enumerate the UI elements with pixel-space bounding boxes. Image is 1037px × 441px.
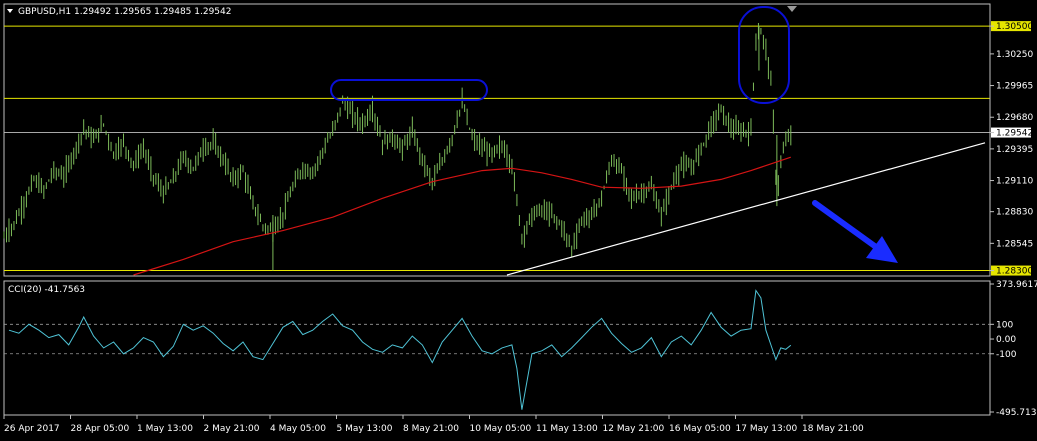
time-tick-label-0: 26 Apr 2017: [4, 424, 60, 434]
price-tick-label-7: 1.28830: [996, 208, 1033, 218]
chart-background: [0, 0, 1037, 441]
cci-tick-label-0: 373.9617: [996, 280, 1037, 290]
time-tick-label-4: 4 May 05:00: [270, 424, 326, 434]
time-tick-label-1: 28 Apr 05:00: [71, 424, 130, 434]
time-tick-label-8: 11 May 13:00: [536, 424, 598, 434]
cci-tick-label-3: -100: [996, 350, 1017, 360]
price-tick-label-2: 1.29965: [996, 82, 1033, 92]
price-tick-label-0: 1.30500: [996, 22, 1033, 32]
time-tick-label-10: 16 May 05:00: [669, 424, 731, 434]
time-tick-label-6: 8 May 21:00: [403, 424, 459, 434]
time-tick-label-9: 12 May 21:00: [603, 424, 665, 434]
cci-tick-label-4: -495.7138: [996, 408, 1037, 418]
price-tick-label-6: 1.29110: [996, 177, 1033, 187]
price-tick-label-1: 1.30250: [996, 50, 1033, 60]
price-tick-label-8: 1.28545: [996, 239, 1033, 249]
time-tick-label-3: 2 May 21:00: [204, 424, 260, 434]
time-tick-label-5: 5 May 13:00: [337, 424, 393, 434]
time-tick-label-7: 10 May 05:00: [470, 424, 532, 434]
time-tick-label-2: 1 May 13:00: [137, 424, 193, 434]
cci-tick-label-1: 100: [996, 320, 1013, 330]
main-header-text: GBPUSD,H1 1.29492 1.29565 1.29485 1.2954…: [18, 7, 231, 17]
time-tick-label-12: 18 May 21:00: [802, 424, 864, 434]
price-tick-label-4: 1.29542: [996, 129, 1033, 139]
price-tick-label-3: 1.29680: [996, 113, 1033, 123]
price-tick-label-5: 1.29395: [996, 145, 1033, 155]
price-tick-label-9: 1.28300: [996, 267, 1033, 277]
cci-tick-label-2: 0.00: [996, 335, 1016, 345]
chart-root: GBPUSD,H1 1.29492 1.29565 1.29485 1.2954…: [0, 0, 1037, 441]
time-tick-label-11: 17 May 13:00: [736, 424, 798, 434]
cci-header-text: CCI(20) -41.7563: [8, 285, 85, 295]
